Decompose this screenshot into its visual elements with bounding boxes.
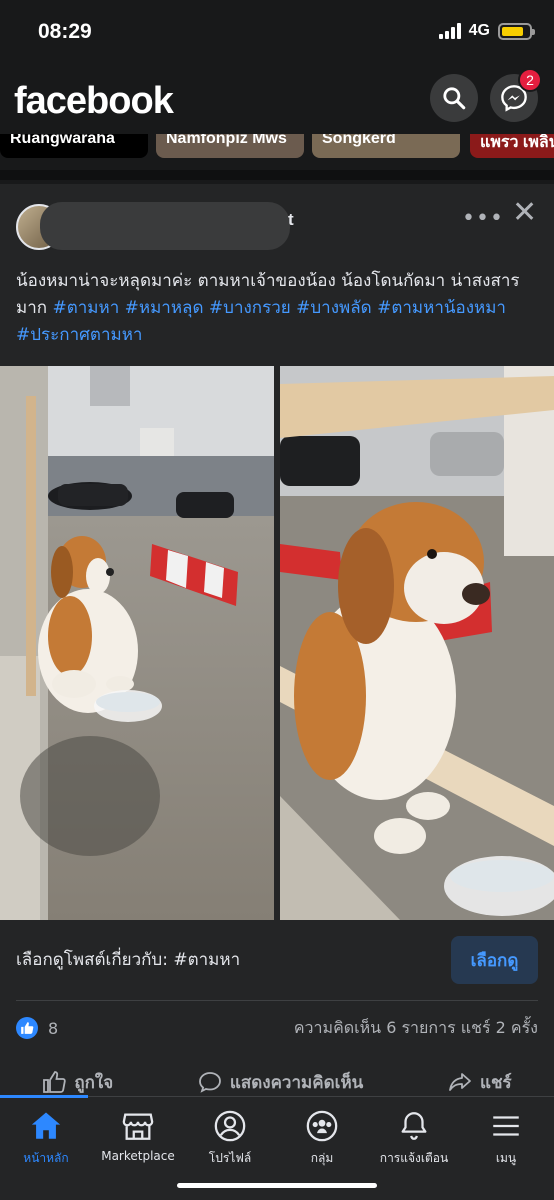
tab-notifications-label: การแจ้งเตือน bbox=[379, 1151, 449, 1165]
tab-marketplace[interactable]: Marketplace bbox=[92, 1109, 184, 1163]
feed-separator bbox=[0, 170, 554, 180]
like-button[interactable]: ถูกใจ bbox=[42, 1069, 113, 1096]
post-photo-left[interactable] bbox=[0, 366, 274, 920]
facebook-logo[interactable]: facebook bbox=[14, 80, 174, 123]
dog-photo-right-image bbox=[280, 366, 554, 920]
profile-icon bbox=[214, 1110, 246, 1142]
status-bar: 08:29 4G bbox=[0, 0, 554, 64]
tab-profile[interactable]: โปรไฟล์ bbox=[184, 1109, 276, 1168]
app-header: facebook 2 bbox=[0, 64, 554, 134]
tab-menu-label: เมนู bbox=[495, 1151, 517, 1165]
tab-groups[interactable]: กลุ่ม bbox=[276, 1109, 368, 1168]
stories-strip[interactable]: Ruangwaraha Namfonpiz Mws Songkerd แพรว … bbox=[0, 134, 554, 162]
feed-post: t ••• ✕ น้องหมาน่าจะหลุดมาค่ะ ตามหาเจ้าข… bbox=[0, 184, 554, 1100]
dog-photo-left-image bbox=[0, 366, 274, 920]
status-indicators: 4G bbox=[438, 22, 535, 40]
share-icon bbox=[449, 1073, 471, 1091]
tab-marketplace-label: Marketplace bbox=[101, 1149, 175, 1163]
story-card[interactable]: แพรว เพลิน bbox=[470, 134, 554, 158]
search-icon bbox=[443, 87, 466, 110]
tab-profile-label: โปรไฟล์ bbox=[208, 1151, 252, 1165]
bottom-tab-bar: หน้าหลัก Marketplace โปรไฟล์ กลุ่ม การแจ… bbox=[0, 1095, 554, 1200]
comment-icon bbox=[198, 1072, 221, 1093]
comment-label: แสดงความคิดเห็น bbox=[229, 1072, 364, 1093]
active-tab-indicator bbox=[0, 1095, 88, 1098]
author-name-tail: t bbox=[288, 210, 294, 229]
author-name-redacted[interactable] bbox=[40, 202, 290, 250]
comment-button[interactable]: แสดงความคิดเห็น bbox=[198, 1069, 363, 1096]
messenger-button[interactable]: 2 bbox=[490, 68, 542, 122]
related-posts-bar: เลือกดูโพสต์เกี่ยวกับ: #ตามหา เลือกดู bbox=[0, 920, 554, 1000]
divider bbox=[16, 1000, 538, 1001]
related-posts-text: เลือกดูโพสต์เกี่ยวกับ: #ตามหา bbox=[16, 950, 241, 970]
story-card[interactable]: Namfonpiz Mws bbox=[156, 134, 304, 158]
like-count[interactable]: 8 bbox=[48, 1019, 58, 1038]
caption-hashtags[interactable]: #ตามหา #หมาหลุด #บางกรวย #บางพลัด #ตามหา… bbox=[16, 298, 506, 345]
see-related-button[interactable]: เลือกดู bbox=[451, 936, 538, 984]
menu-icon bbox=[493, 1116, 519, 1136]
post-photo-right[interactable] bbox=[280, 366, 554, 920]
comment-share-counts[interactable]: ความคิดเห็น 6 รายการ แชร์ 2 ครั้ง bbox=[294, 1016, 538, 1041]
battery-icon bbox=[498, 22, 535, 40]
share-button[interactable]: แชร์ bbox=[448, 1069, 512, 1096]
search-button[interactable] bbox=[430, 74, 478, 122]
story-card[interactable]: Songkerd bbox=[312, 134, 460, 158]
like-label: ถูกใจ bbox=[74, 1072, 114, 1093]
tab-home-label: หน้าหลัก bbox=[23, 1151, 69, 1165]
story-card[interactable]: Ruangwaraha bbox=[0, 134, 148, 158]
bell-icon bbox=[401, 1112, 427, 1140]
marketplace-icon bbox=[122, 1113, 154, 1140]
tab-groups-label: กลุ่ม bbox=[310, 1151, 334, 1165]
signal-icon bbox=[438, 23, 461, 39]
tab-notifications[interactable]: การแจ้งเตือน bbox=[368, 1109, 460, 1168]
like-reaction-icon[interactable] bbox=[16, 1017, 38, 1039]
status-time: 08:29 bbox=[38, 20, 92, 43]
network-type: 4G bbox=[468, 22, 490, 39]
thumbs-up-icon bbox=[43, 1071, 67, 1093]
post-caption: น้องหมาน่าจะหลุดมาค่ะ ตามหาเจ้าของน้อง น… bbox=[16, 268, 542, 349]
tab-menu[interactable]: เมนู bbox=[460, 1109, 552, 1168]
groups-icon bbox=[306, 1110, 338, 1142]
home-icon bbox=[31, 1112, 61, 1139]
share-label: แชร์ bbox=[479, 1072, 512, 1093]
more-options-icon[interactable]: ••• bbox=[462, 206, 504, 231]
tab-home[interactable]: หน้าหลัก bbox=[0, 1109, 92, 1168]
reactions-row: 8 ความคิดเห็น 6 รายการ แชร์ 2 ครั้ง bbox=[16, 1010, 538, 1046]
close-icon[interactable]: ✕ bbox=[512, 198, 537, 228]
messenger-badge: 2 bbox=[518, 68, 542, 92]
home-indicator bbox=[177, 1183, 377, 1188]
